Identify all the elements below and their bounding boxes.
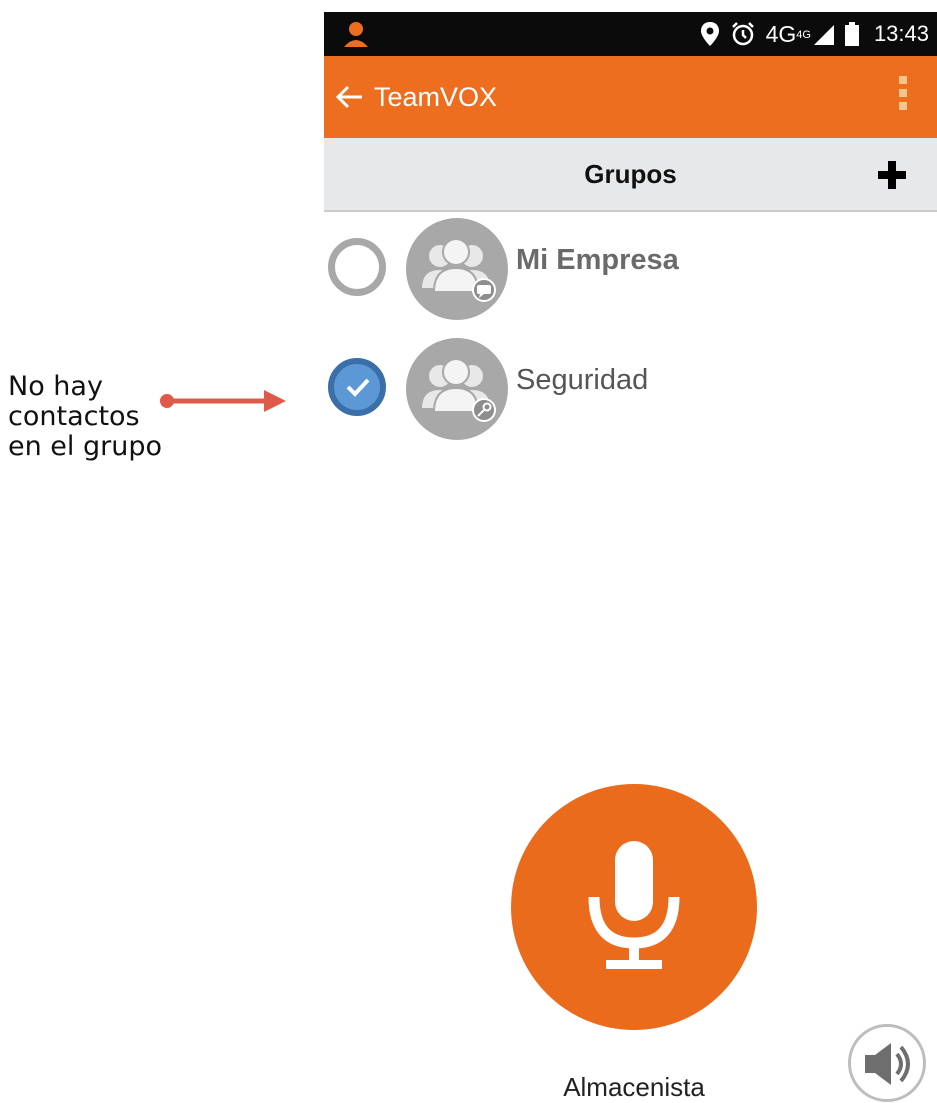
annotation-arrow-icon	[160, 390, 286, 412]
ptt-label: Almacenista	[563, 1072, 705, 1102]
annotation-note: No hay contactos en el grupo	[8, 372, 168, 462]
battery-icon	[844, 21, 860, 47]
user-icon	[344, 22, 368, 47]
network-indicator: 4G 4G	[766, 21, 834, 48]
group-row-mi-empresa[interactable]: Mi Empresa	[324, 216, 937, 332]
network-label: 4G	[765, 20, 797, 47]
app-title: TeamVOX	[374, 82, 498, 112]
overflow-menu-icon[interactable]	[899, 76, 907, 115]
group-row-seguridad[interactable]: Seguridad	[324, 336, 937, 452]
annotation-line-1: No hay	[8, 371, 103, 402]
location-icon	[700, 21, 720, 47]
network-superscript: 4G	[796, 28, 811, 41]
microphone-icon	[588, 841, 680, 969]
group-select-radio[interactable]	[328, 358, 386, 416]
plus-icon[interactable]	[877, 160, 907, 190]
chat-badge-icon	[472, 278, 496, 302]
speaker-button[interactable]	[848, 1024, 926, 1102]
groups-header: Grupos	[324, 138, 937, 212]
group-name: Mi Empresa	[516, 244, 679, 276]
push-to-talk-button[interactable]	[511, 784, 757, 1030]
app-bar: TeamVOX	[324, 56, 937, 138]
groups-title: Grupos	[584, 159, 677, 189]
signal-icon	[813, 25, 834, 45]
alarm-icon	[730, 21, 756, 47]
status-time: 13:43	[873, 21, 929, 46]
group-people-icon	[422, 238, 496, 302]
group-avatar	[406, 218, 508, 320]
back-arrow-icon[interactable]	[334, 82, 364, 112]
key-badge-icon	[472, 398, 496, 422]
annotation-line-3: en el grupo	[8, 431, 163, 462]
annotation-line-2: contactos	[8, 401, 140, 432]
group-avatar	[406, 338, 508, 440]
checkmark-icon	[346, 378, 370, 397]
group-select-radio[interactable]	[328, 238, 386, 296]
group-name: Seguridad	[516, 364, 649, 396]
status-bar: 4G 4G 13:43	[324, 12, 937, 56]
speaker-icon	[865, 1043, 910, 1085]
group-people-icon	[422, 358, 496, 422]
